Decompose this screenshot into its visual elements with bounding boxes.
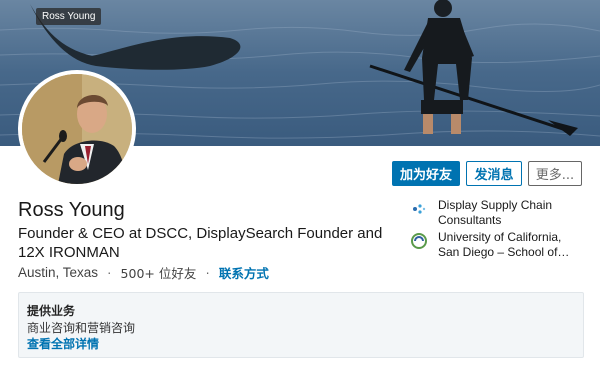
profile-page: Ross Young 加为好友 发消息 更多... Ross Young Fou… bbox=[0, 0, 600, 366]
services-title: 提供业务 bbox=[27, 304, 76, 318]
banner-name-tag: Ross Young bbox=[36, 8, 102, 25]
services-card: 提供业务 商业咨询和营销咨询 查看全部详情 bbox=[18, 292, 584, 358]
education-org-name: University of California, San Diego – Sc… bbox=[438, 230, 570, 259]
avatar-image bbox=[22, 74, 132, 184]
services-description: 商业咨询和营销咨询 bbox=[27, 321, 136, 335]
contact-info-link[interactable]: 联系方式 bbox=[219, 263, 269, 282]
experience-item-dscc[interactable]: Display Supply Chain Consultants bbox=[410, 198, 580, 228]
message-button[interactable]: 发消息 bbox=[466, 161, 522, 186]
education-item-ucsd[interactable]: University of California, San Diego – Sc… bbox=[410, 230, 580, 260]
meta-separator: · bbox=[205, 265, 210, 280]
avatar[interactable] bbox=[18, 70, 136, 188]
profile-name: Ross Young bbox=[18, 199, 125, 221]
profile-headline: Founder & CEO at DSCC, DisplaySearch Fou… bbox=[18, 225, 383, 261]
dscc-logo-icon bbox=[410, 200, 428, 218]
more-button[interactable]: 更多... bbox=[528, 161, 582, 186]
profile-meta-row: Austin, Texas · 500+ 位好友 · 联系方式 bbox=[18, 263, 269, 282]
meta-separator: · bbox=[107, 265, 112, 280]
profile-location: Austin, Texas bbox=[18, 265, 99, 280]
experience-org-name: Display Supply Chain Consultants bbox=[438, 198, 553, 227]
services-see-all-link[interactable]: 查看全部详情 bbox=[27, 335, 99, 352]
connect-button[interactable]: 加为好友 bbox=[392, 161, 460, 186]
connections-count[interactable]: 500+ 位好友 bbox=[121, 263, 197, 282]
ucsd-logo-icon bbox=[410, 232, 428, 250]
